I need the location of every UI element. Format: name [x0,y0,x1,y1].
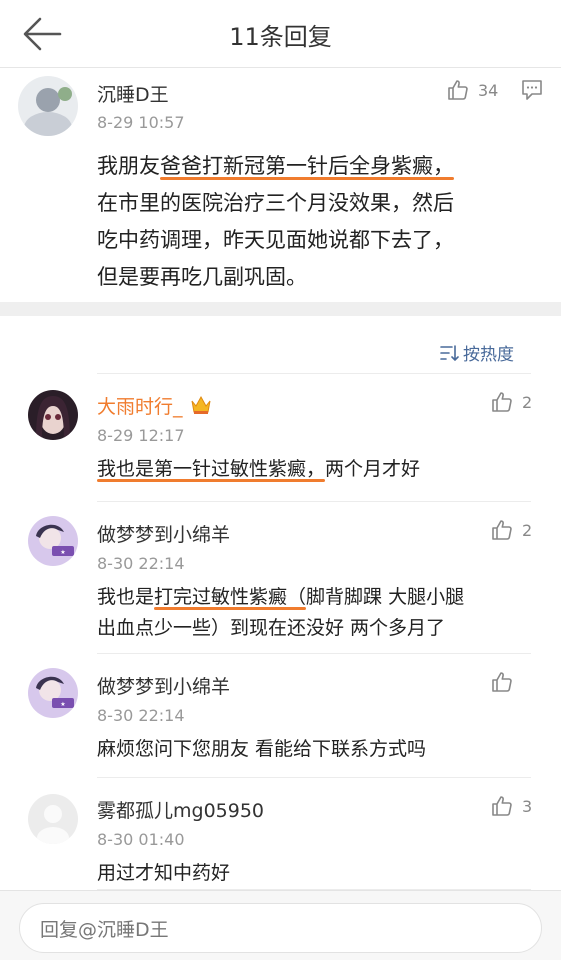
sort-by-hot-button[interactable]: 按热度 [439,340,514,365]
avatar[interactable]: ★ [28,516,78,566]
like-button[interactable] [490,670,522,694]
text-line: 我也是第一针过敏性紫癜，两个月才好 [97,454,547,485]
thumbs-up-icon [492,392,512,412]
text-segment: 两个月才好 [325,458,421,480]
reply-text: 用过才知中药好 [97,858,547,889]
reply-text: 麻烦您问下您朋友 看能给下联系方式吗 [97,734,547,765]
thumbs-up-icon [448,80,468,100]
like-count: 2 [522,520,533,540]
username[interactable]: 做梦梦到小绵羊 [97,520,230,547]
text-line: 但是要再吃几副巩固。 [97,259,537,296]
reply-item: 大雨时行_ 8-29 12:17 2 我也是第一针过敏性紫癜，两个月才好 [0,374,561,502]
like-count: 2 [522,392,533,412]
comment-button[interactable] [521,78,543,102]
svg-text:★: ★ [60,701,65,708]
username[interactable]: 大雨时行_ [97,392,213,419]
username[interactable]: 做梦梦到小绵羊 [97,672,230,699]
thumbs-up-icon [492,672,512,692]
username-text: 做梦梦到小绵羊 [97,676,231,698]
text-line: 吃中药调理，昨天见面她说都下去了， [97,222,537,259]
username[interactable]: 雾都孤儿mg05950 [97,796,264,823]
sort-icon [440,344,459,361]
text-line: 麻烦您问下您朋友 看能给下联系方式吗 [97,734,547,765]
text-line: 在市里的医院治疗三个月没效果，然后 [97,185,537,222]
reply-bar: 回复@沉睡D王 [0,890,561,960]
text-segment: 用过才知中药好 [97,862,231,884]
text-segment: 在市里的医院治疗三个月没效果，然后 [97,191,454,215]
text-segment: 出血点少一些）到现在还没好 两个多月了 [97,617,446,639]
like-button[interactable]: 34 [446,78,498,102]
username[interactable]: 沉睡D王 [97,80,169,107]
text-segment: 我朋友 [97,154,160,178]
text-segment: 麻烦您问下您朋友 看能给下联系方式吗 [97,738,427,760]
text-segment: 我也是 [97,586,155,608]
text-segment: 脚背脚踝 大腿小腿 [306,586,465,608]
text-line: 出血点少一些）到现在还没好 两个多月了 [97,613,547,644]
highlighted-text: 爸爸打新冠第一针后全身紫癜， [160,154,454,178]
page-title: 11条回复 [229,23,332,51]
highlighted-text: 我也是第一针过敏性紫癜， [97,458,326,480]
timestamp: 8-30 22:14 [97,706,185,725]
comment-text: 我朋友爸爸打新冠第一针后全身紫癜， 在市里的医院治疗三个月没效果，然后 吃中药调理，… [97,148,537,296]
text-line: 我朋友爸爸打新冠第一针后全身紫癜， [97,148,537,185]
sort-bar: 按热度 [0,316,561,374]
like-button[interactable]: 2 [490,518,532,542]
like-count: 3 [522,796,533,816]
timestamp: 8-29 10:57 [97,113,185,132]
like-button[interactable]: 2 [490,390,532,414]
reply-text: 我也是打完过敏性紫癜（脚背脚踝 大腿小腿出血点少一些）到现在还没好 两个多月了 [97,582,547,644]
avatar[interactable]: ★ [28,668,78,718]
main-comment: 沉睡D王 8-29 10:57 34 我朋友爸爸打新冠第一针后全身紫癜， 在市里的… [0,68,561,302]
username-text: 雾都孤儿mg05950 [97,800,265,822]
like-count: 34 [478,80,499,100]
reply-item: ★ 做梦梦到小绵羊 8-30 22:14 麻烦您问下您朋友 看能给下联系方式吗 [0,654,561,778]
svg-text:★: ★ [60,549,65,556]
thumbs-up-icon [492,520,512,540]
text-line: 用过才知中药好 [97,858,547,889]
reply-item: ★ 做梦梦到小绵羊 8-30 22:14 2 我也是打完过敏性紫癜（脚背脚踝 大腿小腿出… [0,502,561,654]
timestamp: 8-30 22:14 [97,554,185,573]
section-divider [0,302,561,316]
top-bar: 11条回复 [0,0,561,68]
avatar[interactable] [28,794,78,844]
username-text: 做梦梦到小绵羊 [97,524,231,546]
timestamp: 8-29 12:17 [97,426,185,445]
avatar[interactable] [18,76,78,136]
sort-label: 按热度 [463,345,514,365]
comment-icon [522,80,542,100]
text-line: 我也是打完过敏性紫癜（脚背脚踝 大腿小腿 [97,582,547,613]
highlighted-text: 打完过敏性紫癜（ [154,586,307,608]
thumbs-up-icon [492,796,512,816]
like-button[interactable]: 3 [490,794,532,818]
vip-crown-icon [191,395,211,414]
reply-item: 雾都孤儿mg05950 8-30 01:40 3 用过才知中药好 [0,778,561,890]
username-text: 大雨时行_ [97,396,183,418]
reply-input[interactable]: 回复@沉睡D王 [19,903,542,953]
text-segment: 但是要再吃几副巩固。 [97,265,307,289]
text-segment: 吃中药调理，昨天见面她说都下去了， [97,228,454,252]
timestamp: 8-30 01:40 [97,830,185,849]
avatar[interactable] [28,390,78,440]
reply-text: 我也是第一针过敏性紫癜，两个月才好 [97,454,547,485]
